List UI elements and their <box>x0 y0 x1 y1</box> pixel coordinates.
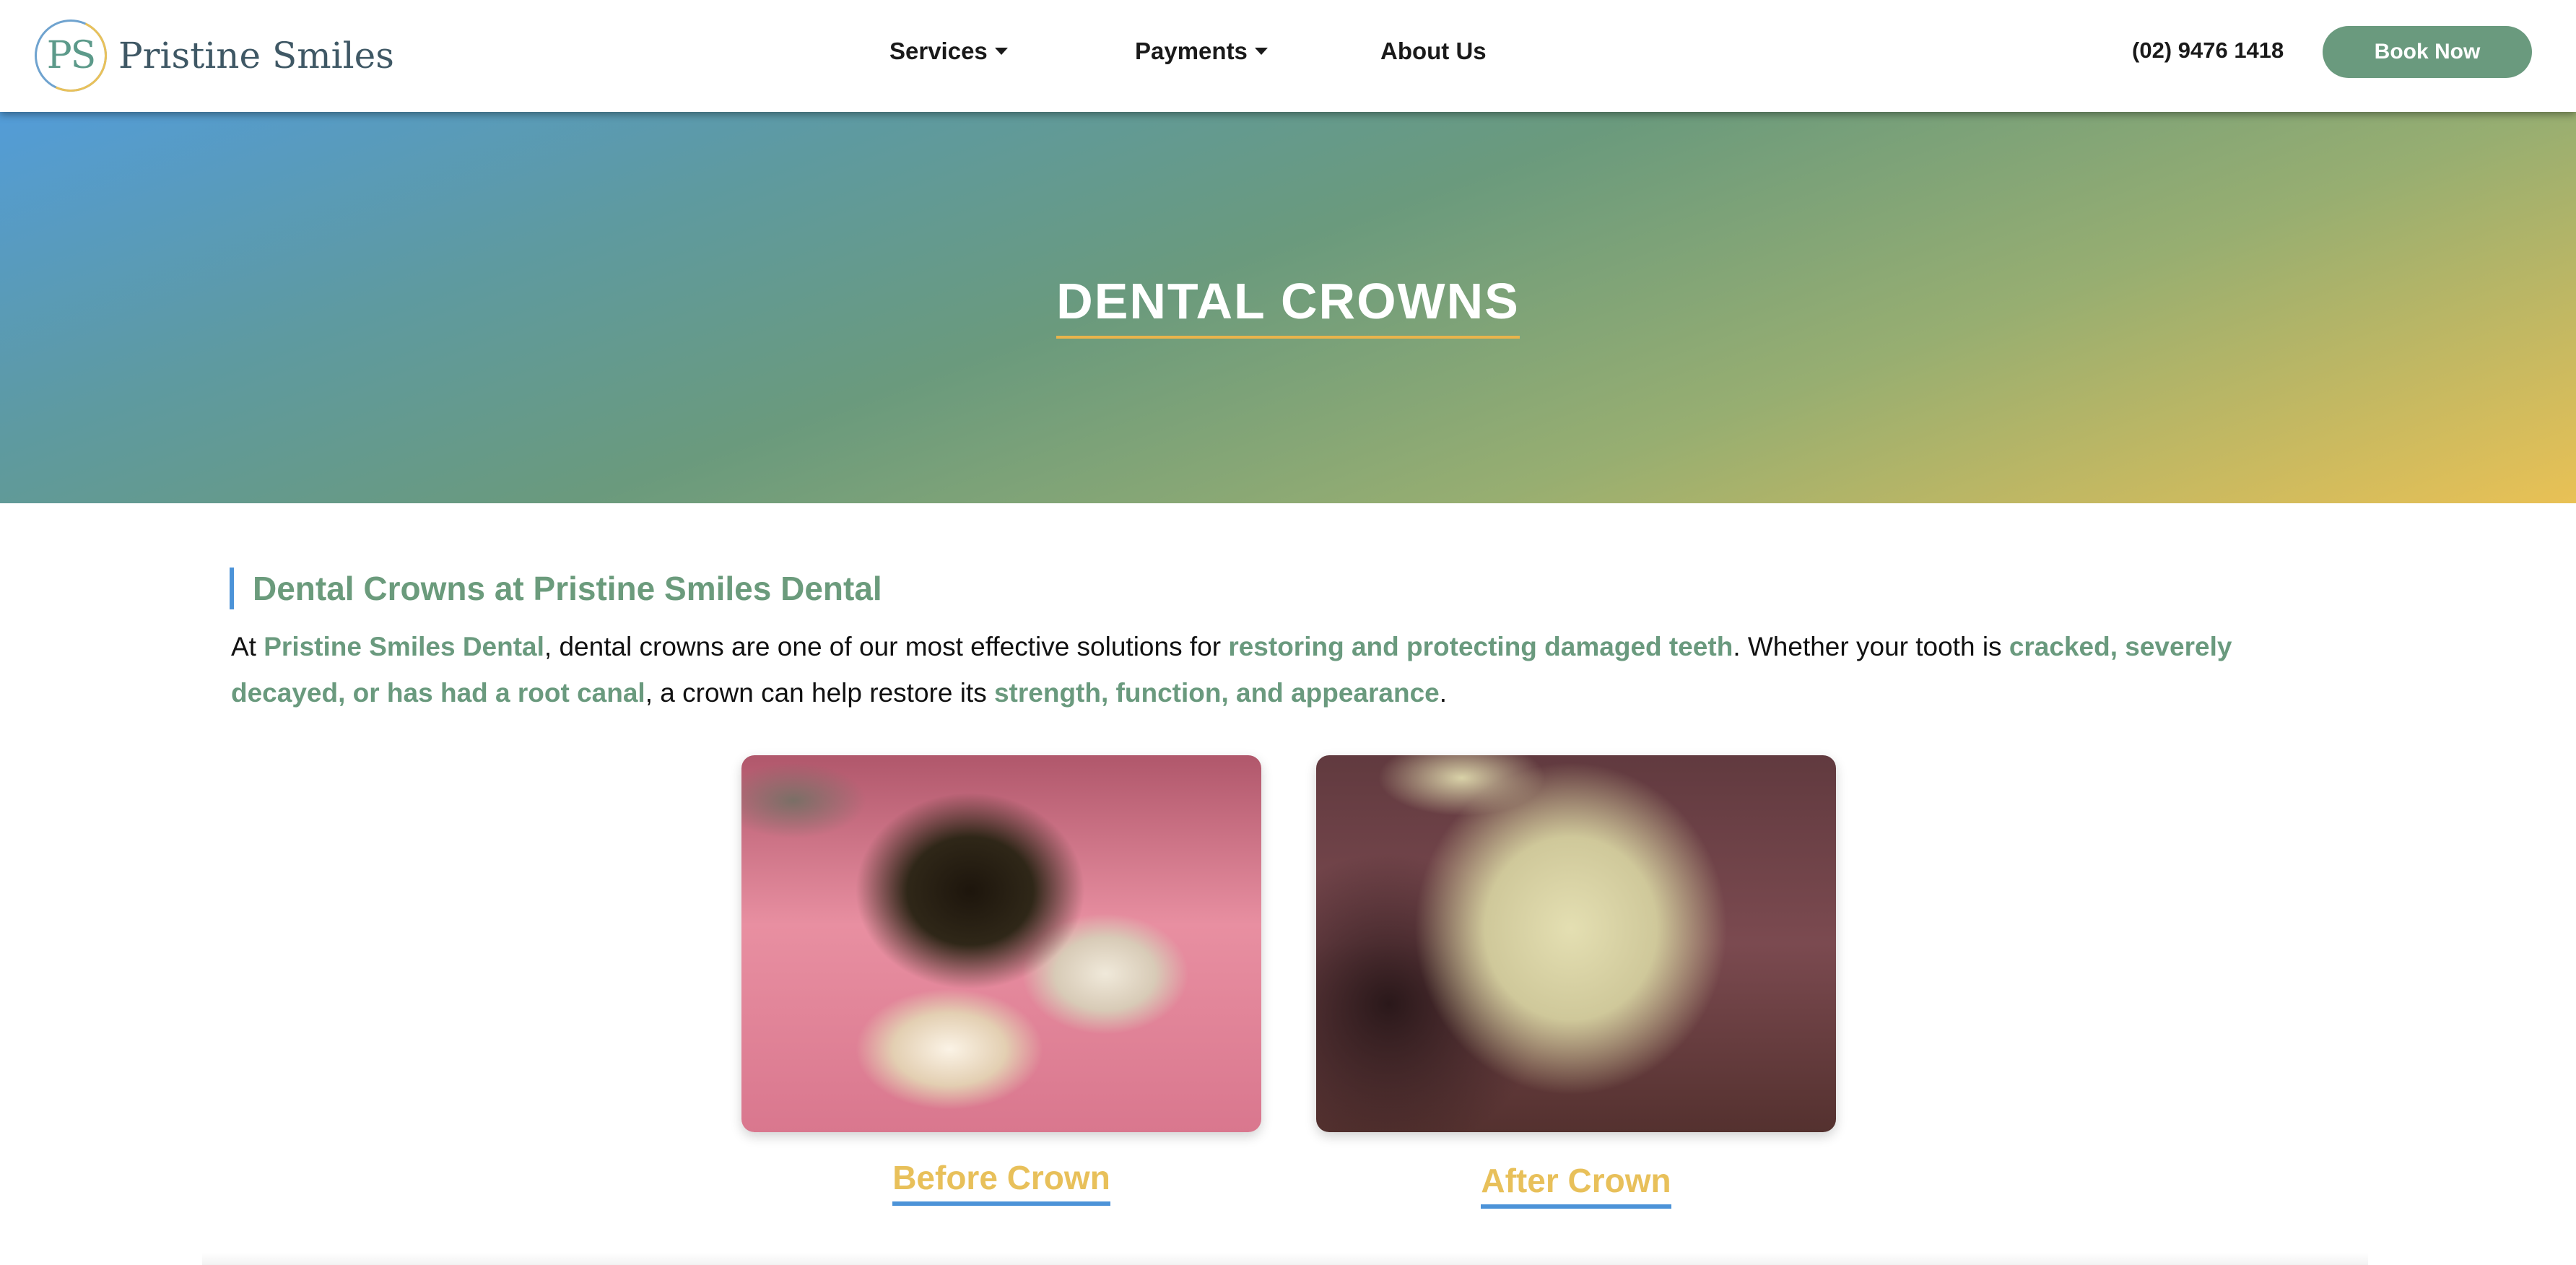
brand-name: Pristine Smiles <box>118 35 394 77</box>
intro-paragraph: At Pristine Smiles Dental, dental crowns… <box>231 624 2346 716</box>
before-crown-label: Before Crown <box>892 1158 1110 1206</box>
intro-text: . Whether your tooth is <box>1733 632 2009 661</box>
site-header: PS Pristine Smiles Services Payments Abo… <box>0 0 2576 112</box>
intro-highlight: restoring and protecting damaged teeth <box>1228 632 1733 661</box>
before-crown-caption: Before Crown <box>741 1158 1261 1206</box>
chevron-down-icon <box>1254 48 1268 55</box>
next-section-edge <box>202 1253 2368 1265</box>
logo-initials: PS <box>46 34 97 77</box>
nav-item-services[interactable]: Services <box>889 38 1008 65</box>
intro-text: , dental crowns are one of our most effe… <box>544 632 1229 661</box>
intro-text: . <box>1439 678 1448 708</box>
section-heading: Dental Crowns at Pristine Smiles Dental <box>230 568 882 609</box>
hero-banner: DENTAL CROWNS <box>0 112 2576 503</box>
nav-item-about-us[interactable]: About Us <box>1380 38 1487 65</box>
intro-highlight: Pristine Smiles Dental <box>264 632 544 661</box>
book-now-button[interactable]: Book Now <box>2323 26 2532 78</box>
before-crown-photo <box>741 755 1261 1132</box>
after-crown-caption: After Crown <box>1316 1161 1836 1209</box>
after-crown-label: After Crown <box>1481 1161 1671 1209</box>
intro-text: , a crown can help restore its <box>645 678 994 708</box>
chevron-down-icon <box>994 48 1008 55</box>
page-title-wrapper: DENTAL CROWNS <box>0 272 2576 339</box>
logo-mark-icon: PS <box>35 19 107 92</box>
nav-label-about-us: About Us <box>1380 38 1487 64</box>
nav-label-services: Services <box>889 38 988 64</box>
nav-label-payments: Payments <box>1135 38 1248 64</box>
intro-highlight: strength, function, and appearance <box>993 678 1440 708</box>
after-crown-photo <box>1316 755 1836 1132</box>
brand-logo[interactable]: PS Pristine Smiles <box>35 16 394 95</box>
intro-text: At <box>231 632 264 661</box>
nav-item-payments[interactable]: Payments <box>1135 38 1268 65</box>
phone-link[interactable]: (02) 9476 1418 <box>2132 38 2284 64</box>
page-title: DENTAL CROWNS <box>1056 272 1520 339</box>
